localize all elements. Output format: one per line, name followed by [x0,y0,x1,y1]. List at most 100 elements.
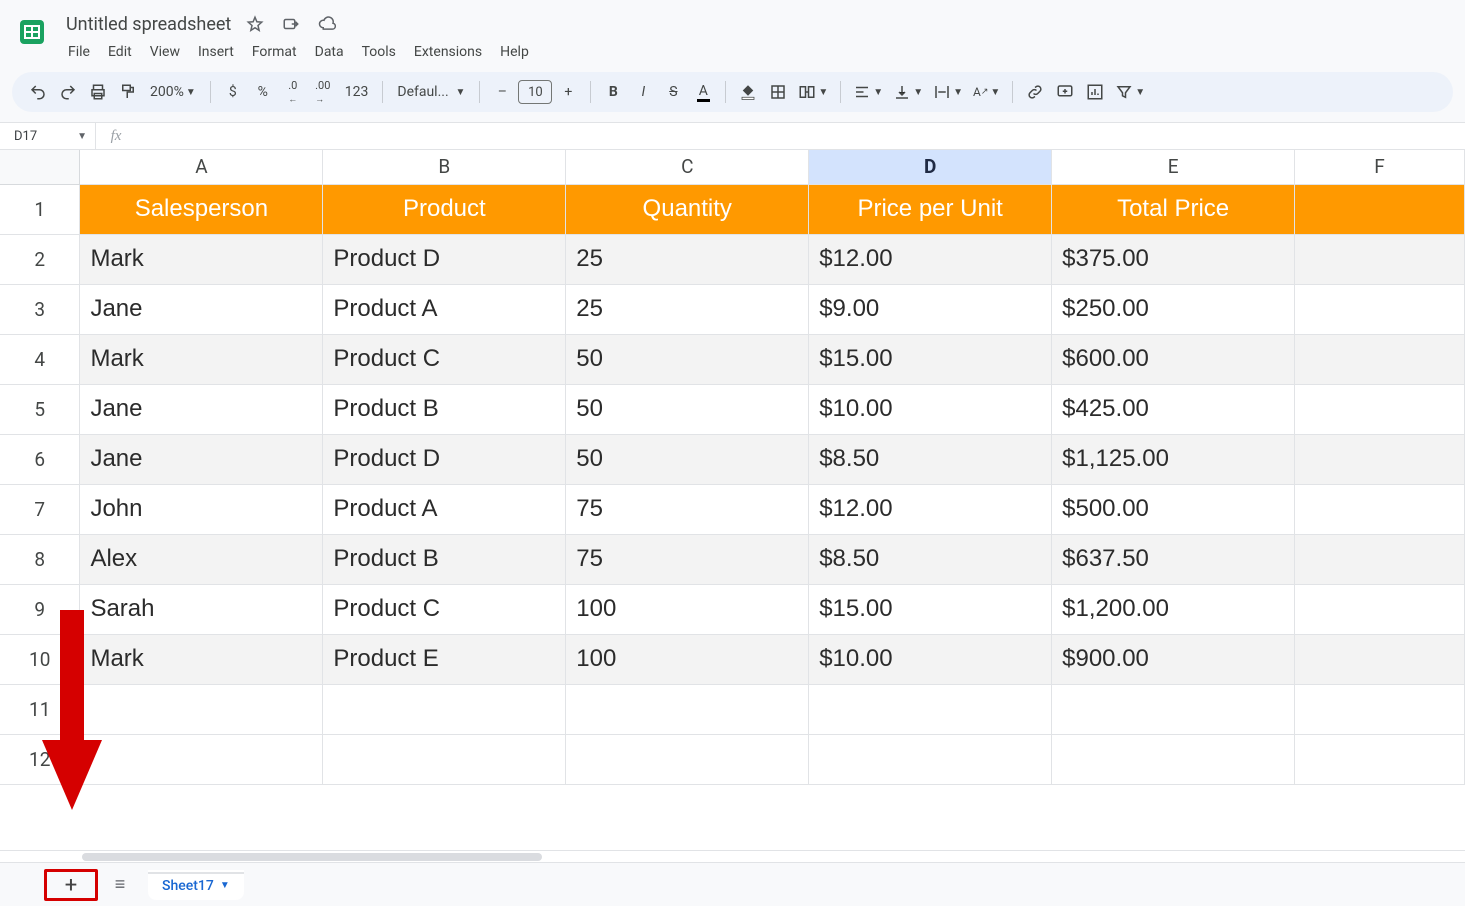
cell-A8[interactable]: Alex [80,534,323,584]
cell-B3[interactable]: Product A [323,284,566,334]
cell-F3[interactable] [1295,284,1465,334]
bold-button[interactable]: B [599,78,627,106]
row-header-6[interactable]: 6 [0,434,80,484]
cell-B5[interactable]: Product B [323,384,566,434]
cell-D4[interactable]: $15.00 [809,334,1052,384]
cell-A11[interactable] [80,684,323,734]
insert-chart-button[interactable] [1081,78,1109,106]
cell-D1[interactable]: Price per Unit [809,184,1052,234]
cell-A10[interactable]: Mark [80,634,323,684]
cell-D2[interactable]: $12.00 [809,234,1052,284]
cell-D10[interactable]: $10.00 [809,634,1052,684]
paint-format-button[interactable] [114,78,142,106]
menu-insert[interactable]: Insert [190,40,242,64]
cell-C3[interactable]: 25 [566,284,809,334]
cell-A4[interactable]: Mark [80,334,323,384]
percent-button[interactable]: % [249,78,277,106]
cell-C10[interactable]: 100 [566,634,809,684]
vertical-align-button[interactable]: ▼ [889,78,927,106]
cell-B11[interactable] [323,684,566,734]
cell-E9[interactable]: $1,200.00 [1052,584,1295,634]
cell-A7[interactable]: John [80,484,323,534]
cell-D7[interactable]: $12.00 [809,484,1052,534]
increase-font-size-button[interactable]: + [554,78,582,106]
menu-file[interactable]: File [60,40,98,64]
row-header-5[interactable]: 5 [0,384,80,434]
cell-F6[interactable] [1295,434,1465,484]
text-color-button[interactable]: A [689,78,717,106]
column-header-B[interactable]: B [323,150,566,184]
row-header-8[interactable]: 8 [0,534,80,584]
add-sheet-button[interactable]: + [44,869,98,901]
cell-A3[interactable]: Jane [80,284,323,334]
cell-A6[interactable]: Jane [80,434,323,484]
cell-B8[interactable]: Product B [323,534,566,584]
cell-F1[interactable] [1295,184,1465,234]
document-title[interactable]: Untitled spreadsheet [60,12,237,37]
cell-B1[interactable]: Product [323,184,566,234]
column-header-C[interactable]: C [566,150,809,184]
borders-button[interactable] [764,78,792,106]
row-header-2[interactable]: 2 [0,234,80,284]
column-header-F[interactable]: F [1295,150,1465,184]
decrease-decimal-button[interactable]: .0← [279,78,307,106]
cell-D6[interactable]: $8.50 [809,434,1052,484]
app-logo[interactable] [12,12,52,52]
cell-C12[interactable] [566,734,809,784]
all-sheets-button[interactable]: ≡ [104,869,136,901]
cell-A1[interactable]: Salesperson [80,184,323,234]
cell-C4[interactable]: 50 [566,334,809,384]
cell-B4[interactable]: Product C [323,334,566,384]
cell-C5[interactable]: 50 [566,384,809,434]
italic-button[interactable]: I [629,78,657,106]
menu-view[interactable]: View [142,40,188,64]
increase-decimal-button[interactable]: .00→ [309,78,337,106]
cell-F5[interactable] [1295,384,1465,434]
cell-C8[interactable]: 75 [566,534,809,584]
menu-tools[interactable]: Tools [354,40,404,64]
menu-extensions[interactable]: Extensions [406,40,490,64]
decrease-font-size-button[interactable]: – [488,78,516,106]
filter-button[interactable]: ▼ [1111,78,1149,106]
cell-F7[interactable] [1295,484,1465,534]
cell-B6[interactable]: Product D [323,434,566,484]
cell-B2[interactable]: Product D [323,234,566,284]
font-size-input[interactable]: 10 [518,80,552,104]
merge-cells-button[interactable]: ▼ [794,78,832,106]
menu-format[interactable]: Format [244,40,305,64]
text-wrap-button[interactable]: ▼ [929,78,967,106]
currency-button[interactable]: $ [219,78,247,106]
cloud-status-icon[interactable] [317,14,337,34]
cell-F9[interactable] [1295,584,1465,634]
insert-comment-button[interactable] [1051,78,1079,106]
cell-B7[interactable]: Product A [323,484,566,534]
menu-data[interactable]: Data [307,40,352,64]
cell-C1[interactable]: Quantity [566,184,809,234]
menu-help[interactable]: Help [492,40,537,64]
column-header-D[interactable]: D [809,150,1052,184]
cell-E4[interactable]: $600.00 [1052,334,1295,384]
select-all-corner[interactable] [0,150,80,184]
cell-B12[interactable] [323,734,566,784]
row-header-12[interactable]: 12 [0,734,80,784]
cell-F10[interactable] [1295,634,1465,684]
horizontal-align-button[interactable]: ▼ [849,78,887,106]
cell-E5[interactable]: $425.00 [1052,384,1295,434]
cell-F4[interactable] [1295,334,1465,384]
cell-E7[interactable]: $500.00 [1052,484,1295,534]
cell-F2[interactable] [1295,234,1465,284]
cell-D12[interactable] [809,734,1052,784]
column-header-E[interactable]: E [1052,150,1295,184]
row-header-7[interactable]: 7 [0,484,80,534]
format-123-button[interactable]: 123 [339,78,375,106]
cell-E2[interactable]: $375.00 [1052,234,1295,284]
cell-C2[interactable]: 25 [566,234,809,284]
cell-A5[interactable]: Jane [80,384,323,434]
row-header-3[interactable]: 3 [0,284,80,334]
cell-E6[interactable]: $1,125.00 [1052,434,1295,484]
font-dropdown[interactable]: Defaul...▼ [391,78,471,106]
horizontal-scrollbar[interactable] [0,850,1465,862]
strikethrough-button[interactable]: S [659,78,687,106]
cell-C11[interactable] [566,684,809,734]
print-button[interactable] [84,78,112,106]
